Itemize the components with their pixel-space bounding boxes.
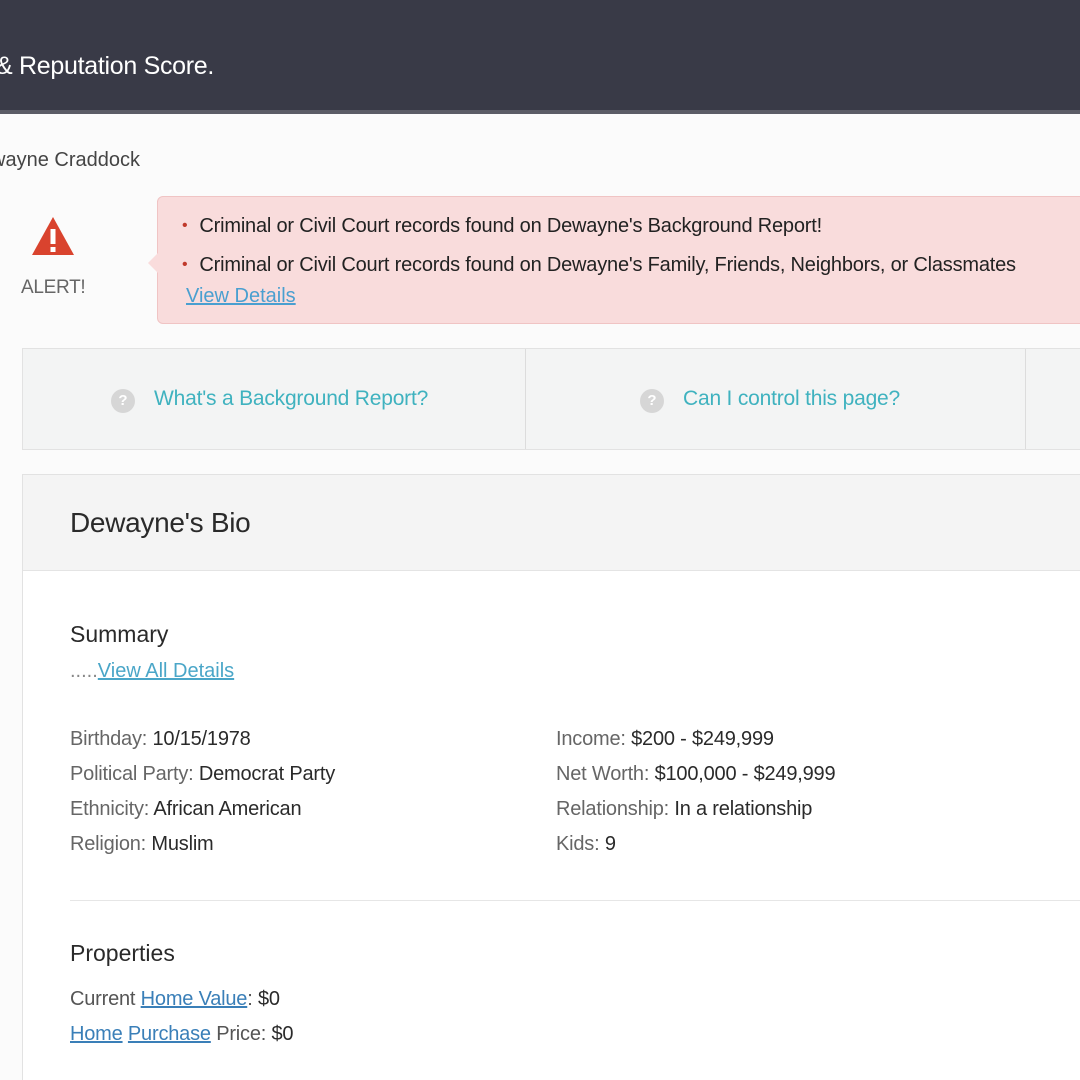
- view-all-details-link[interactable]: View All Details: [98, 660, 234, 682]
- tab-label: Can I control this page?: [683, 387, 901, 410]
- fact-value: $100,000 - $249,999: [654, 763, 836, 785]
- purchase-link[interactable]: Purchase: [128, 1023, 211, 1045]
- home-value-link[interactable]: Home Value: [141, 988, 248, 1010]
- fact-value: $200 - $249,999: [631, 728, 774, 750]
- tab-can-i-control-page[interactable]: ? Can I control this page?: [526, 349, 1026, 449]
- bio-header: Dewayne's Bio: [23, 475, 1080, 571]
- prop-value: $0: [257, 988, 280, 1010]
- fact-key: Income:: [556, 728, 626, 750]
- dots: .....: [70, 660, 98, 682]
- prop-prefix: Current: [70, 988, 136, 1010]
- current-home-value: Current Home Value: $0: [70, 988, 280, 1011]
- fact-birthday: Birthday: 10/15/1978: [70, 728, 251, 751]
- fact-political-party: Political Party: Democrat Party: [70, 763, 335, 786]
- fact-key: Political Party:: [70, 763, 194, 785]
- page: & Reputation Score. wayne Craddock ALERT…: [0, 0, 1080, 1080]
- info-tabs: ? What's a Background Report? ? Can I co…: [22, 348, 1080, 450]
- header-title: & Reputation Score.: [0, 52, 215, 80]
- fact-value: In a relationship: [674, 798, 813, 820]
- fact-key: Ethnicity:: [70, 798, 150, 820]
- alert-box: • Criminal or Civil Court records found o…: [148, 196, 1080, 324]
- question-icon: ?: [640, 389, 664, 413]
- bullet-icon: •: [182, 217, 188, 234]
- fact-value: 9: [604, 833, 616, 855]
- warning-icon: [32, 217, 74, 255]
- alert-item: • Criminal or Civil Court records found o…: [182, 215, 822, 238]
- home-purchase-price: Home Purchase Price: $0: [70, 1023, 294, 1046]
- prop-suffix: :: [247, 988, 253, 1010]
- bullet-icon: •: [182, 256, 188, 273]
- fact-key: Kids:: [556, 833, 600, 855]
- section-divider: [70, 900, 1080, 901]
- fact-religion: Religion: Muslim: [70, 833, 214, 856]
- tab-label: What's a Background Report?: [154, 387, 429, 410]
- bio-panel: Dewayne's Bio Summary .....View All Deta…: [22, 474, 1080, 1080]
- tab-whats-background-report[interactable]: ? What's a Background Report?: [23, 349, 526, 449]
- fact-key: Religion:: [70, 833, 147, 855]
- properties-heading: Properties: [70, 940, 175, 966]
- fact-value: 10/15/1978: [152, 728, 251, 750]
- fact-net-worth: Net Worth: $100,000 - $249,999: [556, 763, 836, 786]
- fact-value: Democrat Party: [198, 763, 336, 785]
- prop-suffix: Price:: [216, 1023, 267, 1045]
- fact-kids: Kids: 9: [556, 833, 616, 856]
- fact-income: Income: $200 - $249,999: [556, 728, 774, 751]
- fact-key: Relationship:: [556, 798, 670, 820]
- header-bar: & Reputation Score.: [0, 0, 1080, 110]
- fact-key: Net Worth:: [556, 763, 650, 785]
- alert-label: ALERT!: [21, 277, 86, 298]
- alert-item-text: Criminal or Civil Court records found on…: [199, 254, 1016, 276]
- alert-item: • Criminal or Civil Court records found o…: [182, 254, 1016, 277]
- fact-value: African American: [153, 798, 302, 820]
- fact-relationship: Relationship: In a relationship: [556, 798, 812, 821]
- bio-title: Dewayne's Bio: [70, 507, 251, 538]
- alert-item-text: Criminal or Civil Court records found on…: [199, 215, 822, 237]
- summary-heading: Summary: [70, 621, 169, 647]
- prop-value: $0: [271, 1023, 294, 1045]
- fact-ethnicity: Ethnicity: African American: [70, 798, 302, 821]
- question-icon: ?: [111, 389, 135, 413]
- fact-key: Birthday:: [70, 728, 148, 750]
- view-all-details: .....View All Details: [70, 660, 234, 683]
- fact-value: Muslim: [151, 833, 214, 855]
- view-details-link[interactable]: View Details: [186, 285, 296, 308]
- home-link[interactable]: Home: [70, 1023, 123, 1045]
- breadcrumb[interactable]: wayne Craddock: [0, 149, 140, 172]
